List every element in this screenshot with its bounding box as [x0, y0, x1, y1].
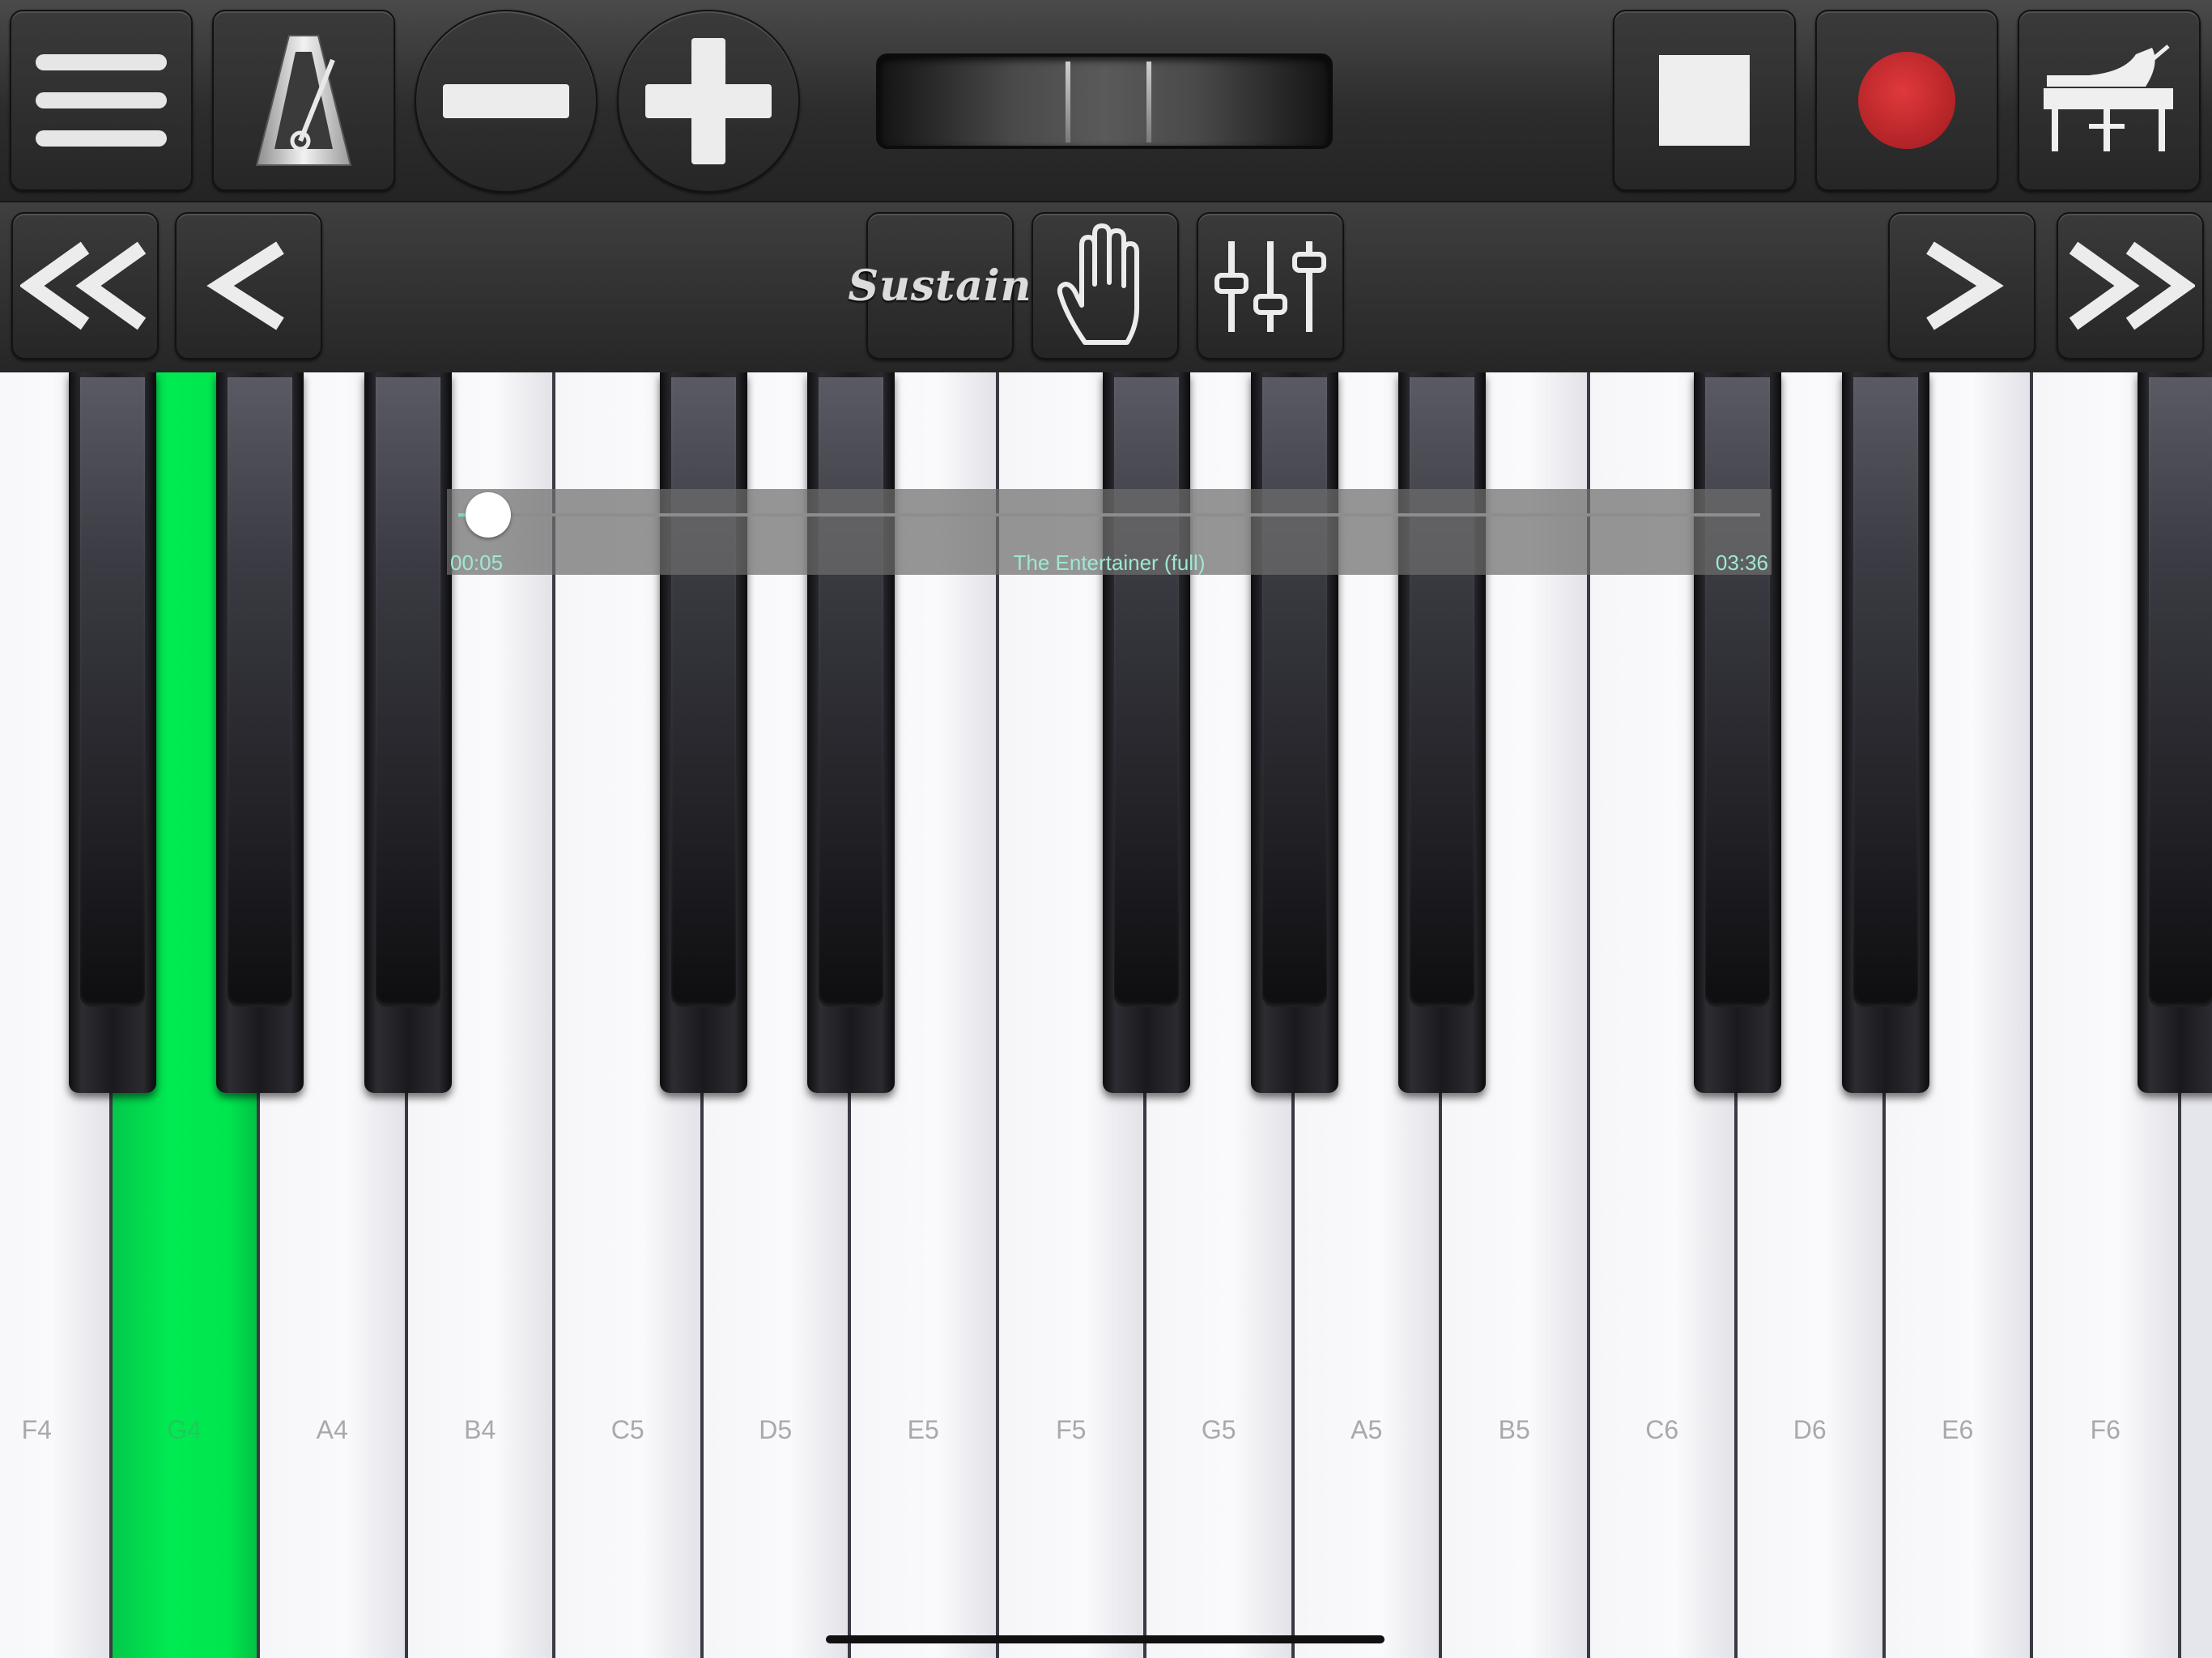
key-label: A4: [316, 1415, 348, 1444]
key-label: D5: [759, 1415, 793, 1444]
key-label: E6: [1942, 1415, 1974, 1444]
scroll-left-far-button[interactable]: [11, 212, 159, 359]
hamburger-menu-icon: [32, 48, 170, 153]
black-key-f-sharp6[interactable]: [2137, 372, 2212, 1093]
key-label: A5: [1351, 1415, 1383, 1444]
mixer-sliders-icon: [1214, 233, 1327, 338]
song-title: The Entertainer (full): [1013, 551, 1206, 575]
sustain-label: Sustain: [848, 261, 1032, 311]
progress-knob[interactable]: [465, 492, 511, 538]
home-indicator: [826, 1635, 1385, 1643]
key-label: C5: [610, 1415, 644, 1444]
metronome-icon: [247, 28, 360, 173]
instrument-button[interactable]: [2018, 10, 2201, 191]
black-key-c-sharp6[interactable]: [1694, 372, 1781, 1093]
black-key-c-sharp5[interactable]: [659, 372, 747, 1093]
key-label: D6: [1793, 1415, 1827, 1444]
menu-button[interactable]: [10, 10, 193, 191]
slider-notch: [1066, 62, 1070, 142]
black-key-face: [1705, 377, 1770, 1007]
chevron-left-icon: [204, 241, 293, 330]
sustain-button[interactable]: Sustain: [849, 212, 1031, 359]
progress-track[interactable]: [458, 492, 1760, 538]
grand-piano-icon: [2040, 40, 2178, 161]
black-key-face: [228, 377, 292, 1007]
key-label: G4: [167, 1415, 202, 1444]
black-key-face: [1114, 377, 1179, 1007]
black-key-d-sharp5[interactable]: [807, 372, 895, 1093]
key-label: B5: [1498, 1415, 1530, 1444]
hand-icon: [1053, 221, 1158, 351]
black-key-face: [1853, 377, 1918, 1007]
keyboard-nav-toolbar: Sustain: [0, 202, 2212, 376]
black-key-face: [670, 377, 736, 1007]
black-key-face: [1410, 377, 1474, 1007]
plus-icon: [644, 36, 773, 166]
double-chevron-right-icon: [2065, 241, 2195, 330]
decrease-tempo-button[interactable]: [415, 10, 598, 193]
scroll-left-button[interactable]: [175, 212, 322, 359]
minus-icon: [441, 81, 571, 121]
scroll-right-button[interactable]: [1888, 212, 2035, 359]
mixer-button[interactable]: [1197, 212, 1344, 359]
slider-notch: [1146, 62, 1151, 142]
record-icon: [1857, 50, 1957, 151]
black-key-face: [79, 377, 145, 1007]
black-key-face: [1261, 377, 1327, 1007]
black-key-face: [2148, 377, 2212, 1007]
tempo-slider[interactable]: [876, 53, 1333, 149]
total-time: 03:36: [1715, 551, 1768, 575]
hand-button[interactable]: [1032, 212, 1179, 359]
scroll-right-far-button[interactable]: [2057, 212, 2204, 359]
black-key-a-sharp5[interactable]: [1398, 372, 1486, 1093]
key-label: C6: [1645, 1415, 1679, 1444]
song-progress-panel: 00:05 The Entertainer (full) 03:36: [447, 489, 1772, 575]
stop-icon: [1657, 53, 1751, 147]
key-label: F4: [21, 1415, 52, 1444]
record-button[interactable]: [1815, 10, 1998, 191]
metronome-button[interactable]: [212, 10, 395, 191]
black-key-d-sharp6[interactable]: [1841, 372, 1929, 1093]
chevron-right-icon: [1917, 241, 2006, 330]
key-label: E5: [907, 1415, 939, 1444]
top-toolbar: [0, 0, 2212, 202]
increase-tempo-button[interactable]: [617, 10, 800, 193]
black-key-face: [819, 377, 883, 1007]
black-key-f-sharp5[interactable]: [1103, 372, 1190, 1093]
key-label: F6: [2090, 1415, 2121, 1444]
key-label: F5: [1056, 1415, 1087, 1444]
black-key-f-sharp4[interactable]: [68, 372, 156, 1093]
black-key-a-sharp4[interactable]: [364, 372, 452, 1093]
stop-button[interactable]: [1613, 10, 1796, 191]
double-chevron-left-icon: [20, 241, 150, 330]
black-key-face: [375, 377, 440, 1007]
black-key-g-sharp5[interactable]: [1250, 372, 1338, 1093]
key-label: G5: [1201, 1415, 1236, 1444]
black-key-g-sharp4[interactable]: [216, 372, 304, 1093]
key-label: B4: [464, 1415, 496, 1444]
